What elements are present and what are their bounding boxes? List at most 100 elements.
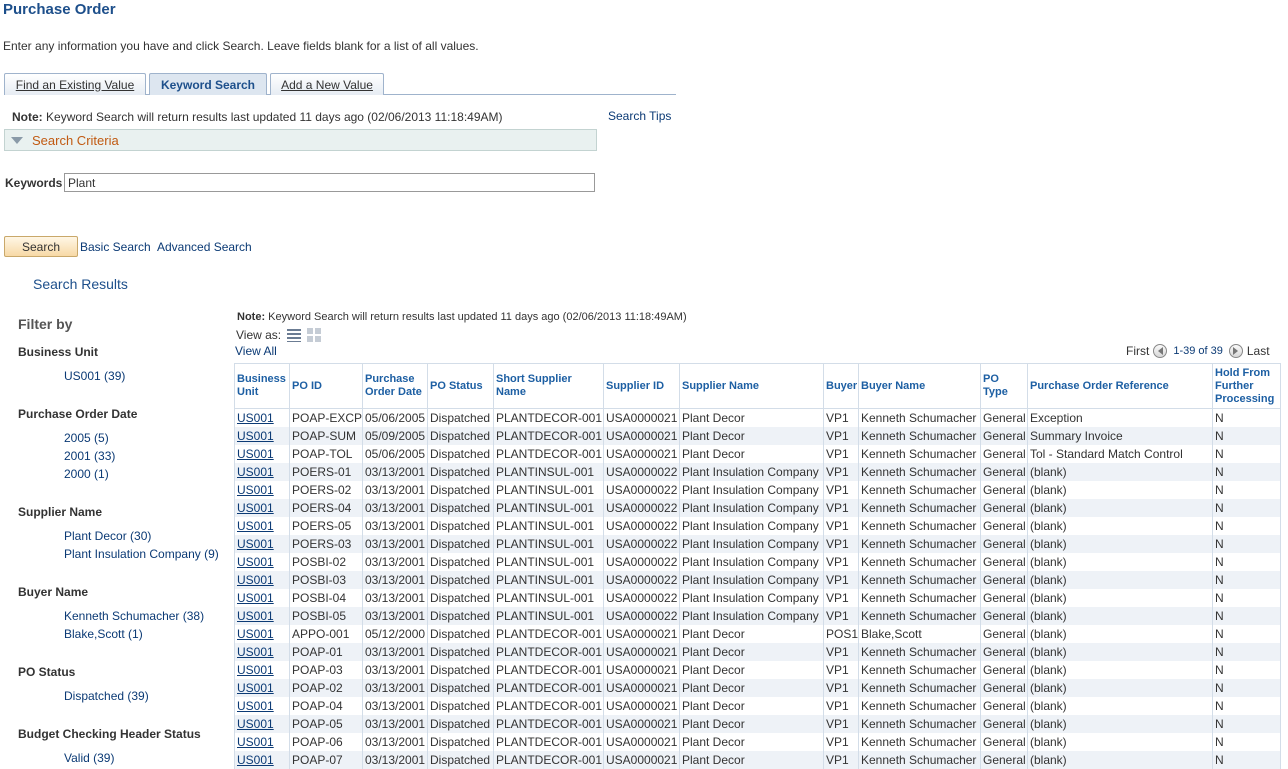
business-unit-link[interactable]: US001	[234, 678, 290, 697]
business-unit-link[interactable]: US001	[234, 552, 290, 571]
business-unit-link[interactable]: US001	[234, 426, 290, 445]
pager-first[interactable]: First	[1126, 344, 1149, 358]
column-header[interactable]: Business Unit	[234, 363, 290, 409]
filter-item[interactable]: 2005 (5)	[18, 429, 137, 447]
business-unit-link[interactable]: US001	[234, 714, 290, 733]
table-row[interactable]: US001 POSBI-02 03/13/2001 Dispatched PLANTIN…	[234, 552, 1281, 571]
table-cell: N	[1212, 588, 1281, 607]
column-header[interactable]: PO Status	[427, 363, 494, 409]
column-header[interactable]: Purchase Order Reference	[1027, 363, 1213, 409]
table-row[interactable]: US001 POERS-05 03/13/2001 Dispatched PLANTIN…	[234, 516, 1281, 535]
table-row[interactable]: US001 POAP-EXCP 05/06/2005 Dispatched PLANTD…	[234, 408, 1281, 427]
keywords-input[interactable]	[64, 173, 595, 192]
table-row[interactable]: US001 POSBI-03 03/13/2001 Dispatched PLANTIN…	[234, 570, 1281, 589]
list-view-icon[interactable]	[287, 328, 302, 342]
business-unit-link[interactable]: US001	[234, 732, 290, 751]
filter-item[interactable]: Valid (39)	[18, 749, 201, 767]
table-row[interactable]: US001 POAP-07 03/13/2001 Dispatched PLANTDEC…	[234, 750, 1281, 769]
table-row[interactable]: US001 POAP-SUM 05/09/2005 Dispatched PLANTDE…	[234, 426, 1281, 445]
table-cell: Kenneth Schumacher	[858, 588, 981, 607]
column-header[interactable]: PO Type	[980, 363, 1028, 409]
table-row[interactable]: US001 POAP-05 03/13/2001 Dispatched PLANTDEC…	[234, 714, 1281, 733]
column-header[interactable]: Purchase Order Date	[362, 363, 428, 409]
filter-item[interactable]: Plant Insulation Company (9)	[18, 545, 219, 563]
advanced-search-link[interactable]: Advanced Search	[157, 240, 252, 254]
table-cell: Plant Insulation Company	[679, 534, 824, 553]
tab-keyword-search[interactable]: Keyword Search	[149, 73, 267, 95]
column-header[interactable]: Supplier Name	[679, 363, 824, 409]
table-cell: POERS-02	[289, 480, 363, 499]
table-cell: POERS-05	[289, 516, 363, 535]
filter-item[interactable]: 2001 (33)	[18, 447, 137, 465]
table-cell: 03/13/2001	[362, 714, 428, 733]
business-unit-link[interactable]: US001	[234, 606, 290, 625]
table-cell: Dispatched	[427, 462, 494, 481]
basic-search-link[interactable]: Basic Search	[80, 240, 151, 254]
business-unit-link[interactable]: US001	[234, 480, 290, 499]
table-cell: VP1	[823, 480, 859, 499]
table-row[interactable]: US001 POAP-03 03/13/2001 Dispatched PLANTDEC…	[234, 660, 1281, 679]
table-cell: (blank)	[1027, 588, 1213, 607]
filter-title: Filter by	[18, 316, 73, 332]
tab-add-new[interactable]: Add a New Value	[270, 73, 384, 95]
table-row[interactable]: US001 POSBI-04 03/13/2001 Dispatched PLANTIN…	[234, 588, 1281, 607]
table-row[interactable]: US001 POERS-03 03/13/2001 Dispatched PLANTIN…	[234, 534, 1281, 553]
table-row[interactable]: US001 POAP-02 03/13/2001 Dispatched PLANTDEC…	[234, 678, 1281, 697]
table-row[interactable]: US001 POAP-04 03/13/2001 Dispatched PLANTDEC…	[234, 696, 1281, 715]
table-cell: VP1	[823, 750, 859, 769]
table-cell: Dispatched	[427, 624, 494, 643]
column-header[interactable]: Short Supplier Name	[493, 363, 604, 409]
column-header[interactable]: PO ID	[289, 363, 363, 409]
table-cell: N	[1212, 498, 1281, 517]
table-row[interactable]: US001 POERS-04 03/13/2001 Dispatched PLANTIN…	[234, 498, 1281, 517]
column-header[interactable]: Hold From Further Processing	[1212, 363, 1281, 409]
table-row[interactable]: US001 POAP-01 03/13/2001 Dispatched PLANTDEC…	[234, 642, 1281, 661]
pager-last[interactable]: Last	[1247, 344, 1270, 358]
previous-icon[interactable]	[1153, 344, 1168, 358]
business-unit-link[interactable]: US001	[234, 624, 290, 643]
table-cell: N	[1212, 516, 1281, 535]
business-unit-link[interactable]: US001	[234, 408, 290, 427]
filter-item[interactable]: US001 (39)	[18, 367, 125, 385]
business-unit-link[interactable]: US001	[234, 696, 290, 715]
business-unit-link[interactable]: US001	[234, 660, 290, 679]
search-criteria-header[interactable]: Search Criteria	[4, 129, 597, 151]
view-all-link[interactable]: View All	[235, 344, 277, 358]
table-cell: Plant Decor	[679, 660, 824, 679]
filter-item[interactable]: Dispatched (39)	[18, 687, 149, 705]
table-cell: 03/13/2001	[362, 678, 428, 697]
business-unit-link[interactable]: US001	[234, 570, 290, 589]
table-cell: (blank)	[1027, 534, 1213, 553]
business-unit-link[interactable]: US001	[234, 498, 290, 517]
table-cell: POERS-03	[289, 534, 363, 553]
filter-heading: PO Status	[18, 665, 76, 679]
table-cell: Dispatched	[427, 444, 494, 463]
business-unit-link[interactable]: US001	[234, 588, 290, 607]
table-row[interactable]: US001 POERS-01 03/13/2001 Dispatched PLANTIN…	[234, 462, 1281, 481]
filter-item[interactable]: 2000 (1)	[18, 465, 137, 483]
column-header[interactable]: Buyer	[823, 363, 859, 409]
tab-find-existing[interactable]: Find an Existing Value	[4, 73, 146, 95]
business-unit-link[interactable]: US001	[234, 444, 290, 463]
search-button[interactable]: Search	[4, 236, 78, 257]
business-unit-link[interactable]: US001	[234, 750, 290, 769]
table-cell: POSBI-02	[289, 552, 363, 571]
table-cell: PLANTDECOR-001	[493, 624, 604, 643]
column-header[interactable]: Supplier ID	[603, 363, 680, 409]
table-row[interactable]: US001 POAP-06 03/13/2001 Dispatched PLANTDEC…	[234, 732, 1281, 751]
next-icon[interactable]	[1228, 344, 1243, 358]
search-tips-link[interactable]: Search Tips	[608, 109, 671, 123]
business-unit-link[interactable]: US001	[234, 534, 290, 553]
table-row[interactable]: US001 POSBI-05 03/13/2001 Dispatched PLANTIN…	[234, 606, 1281, 625]
business-unit-link[interactable]: US001	[234, 642, 290, 661]
business-unit-link[interactable]: US001	[234, 516, 290, 535]
filter-item[interactable]: Plant Decor (30)	[18, 527, 219, 545]
table-row[interactable]: US001 APPO-001 05/12/2000 Dispatched PLANTDE…	[234, 624, 1281, 643]
filter-item[interactable]: Blake,Scott (1)	[18, 625, 204, 643]
table-row[interactable]: US001 POERS-02 03/13/2001 Dispatched PLANTIN…	[234, 480, 1281, 499]
grid-view-icon[interactable]	[307, 328, 322, 342]
filter-item[interactable]: Kenneth Schumacher (38)	[18, 607, 204, 625]
table-row[interactable]: US001 POAP-TOL 05/06/2005 Dispatched PLANTDE…	[234, 444, 1281, 463]
column-header[interactable]: Buyer Name	[858, 363, 981, 409]
business-unit-link[interactable]: US001	[234, 462, 290, 481]
